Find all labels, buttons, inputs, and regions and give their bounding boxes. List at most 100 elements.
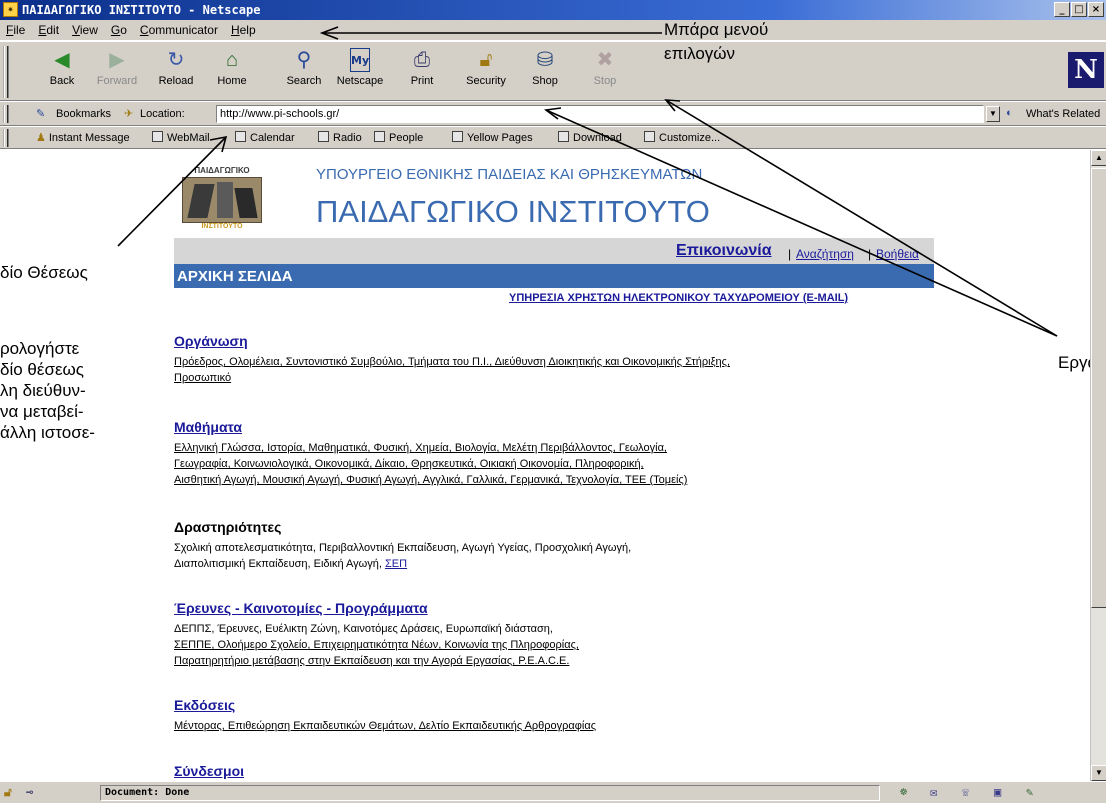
section-title[interactable]: Έρευνες - Καινοτομίες - Προγράμματα [174, 600, 579, 616]
bookmark-page-icon [452, 131, 463, 142]
bookmarks-button[interactable]: Bookmarks [56, 108, 111, 120]
contact-link[interactable]: Επικοινωνία [676, 242, 772, 260]
section-links-line[interactable]: Πρόεδρος, Ολομέλεια, Συντονιστικό Συμβού… [174, 354, 730, 370]
section-title[interactable]: Σύνδεσμοι [174, 763, 244, 779]
stop-icon: ✖ [596, 49, 614, 71]
status-bar: 🔓︎ ⊸ Document: Done ☸ ✉ ☏ ▣ ✎ [0, 781, 1106, 803]
section-links-line[interactable]: Μέντορας, Επιθεώρηση Εκπαιδευτικών Θεμάτ… [174, 718, 596, 734]
toolbar-grip[interactable] [3, 46, 9, 98]
top-links-sep-1: | [788, 247, 792, 261]
section-links-line[interactable]: Παρατηρητήριο μετάβασης στην Εκπαίδευση … [174, 653, 579, 669]
component-bar-navigator-icon[interactable]: ☸ [900, 785, 907, 799]
yellow-pages-button[interactable]: Yellow Pages [452, 127, 533, 149]
print-button[interactable]: ⎙ Print [396, 48, 448, 87]
bookmark-page-icon [235, 131, 246, 142]
component-bar-composer-icon[interactable]: ▣ [994, 785, 1001, 799]
section-publications: Εκδόσεις Μέντορας, Επιθεώρηση Εκπαιδευτι… [174, 697, 596, 734]
section-activities: Δραστηριότητες Σχολική αποτελεσματικότητ… [174, 519, 631, 572]
customize-button[interactable]: Customize... [644, 127, 720, 149]
security-button[interactable]: 🔓︎ Security [460, 48, 512, 87]
calendar-button[interactable]: Calendar [235, 127, 295, 149]
vertical-scrollbar[interactable]: ▲ ▼ [1090, 150, 1106, 781]
menu-bar: File Edit View Go Communicator Help [0, 20, 1106, 40]
ministry-heading: ΥΠΟΥΡΓΕΙΟ ΕΘΝΙΚΗΣ ΠΑΙΔΕΙΑΣ ΚΑΙ ΘΡΗΣΚΕΥΜΑ… [316, 166, 703, 183]
section-links-line[interactable]: Αισθητική Αγωγή, Μουσική Αγωγή, Φυσική Α… [174, 472, 687, 488]
location-grip[interactable] [3, 105, 9, 123]
institute-logo[interactable]: ΠΑΙΔΑΓΩΓΙΚΟ ΙΝΣΤΙΤΟΥΤΟ [180, 166, 264, 232]
bookmark-page-icon [318, 131, 329, 142]
scroll-up-button[interactable]: ▲ [1091, 150, 1106, 166]
connection-icon: ⊸ [26, 785, 34, 799]
menu-communicator[interactable]: Communicator [140, 20, 218, 40]
scroll-thumb[interactable] [1091, 168, 1106, 608]
top-links-sep-2: | [868, 247, 872, 261]
webmail-button[interactable]: WebMail [152, 127, 210, 149]
maximize-button[interactable]: □ [1071, 2, 1087, 17]
print-icon: ⎙ [414, 49, 430, 71]
scroll-down-button[interactable]: ▼ [1091, 765, 1106, 781]
section-links-line[interactable]: Προσωπικό [174, 370, 730, 386]
section-title: Δραστηριότητες [174, 519, 282, 535]
reload-button[interactable]: ↻ Reload [150, 48, 202, 87]
section-organization: Οργάνωση Πρόεδρος, Ολομέλεια, Συντονιστι… [174, 333, 730, 386]
section-courses: Μαθήματα Ελληνική Γλώσσα, Ιστορία, Μαθημ… [174, 419, 687, 488]
section-title[interactable]: Οργάνωση [174, 333, 730, 349]
menu-help[interactable]: Help [231, 20, 256, 40]
section-links-line[interactable]: Γεωγραφία, Κοινωνιολογικά, Οικονομικά, Δ… [174, 456, 687, 472]
people-button[interactable]: People [374, 127, 423, 149]
personal-toolbar: ♟ Instant Message WebMail Calendar Radio … [0, 127, 1106, 149]
reload-icon: ↻ [167, 49, 185, 71]
component-bar-edit-icon[interactable]: ✎ [1026, 785, 1033, 799]
shop-button[interactable]: ⛁ Shop [519, 48, 571, 87]
netscape-logo[interactable]: N [1068, 52, 1104, 88]
location-toolbar: ✎ Bookmarks ✈ Location: http://www.pi-sc… [0, 102, 1106, 126]
url-field[interactable]: http://www.pi-schools.gr/ [216, 105, 984, 123]
home-icon: ⌂ [225, 49, 239, 71]
personal-grip[interactable] [3, 129, 9, 147]
component-bar-mail-icon[interactable]: ✉ [930, 785, 937, 799]
annotation-location-field: δίο Θέσεως [0, 263, 88, 282]
section-links-line[interactable]: Ελληνική Γλώσσα, Ιστορία, Μαθηματικά, Φυ… [174, 440, 687, 456]
section-links: Σύνδεσμοι [174, 763, 244, 779]
security-lock-icon[interactable]: 🔓︎ [4, 785, 12, 800]
home-title: ΑΡΧΙΚΗ ΣΕΛΙΔΑ [177, 268, 293, 285]
close-button[interactable]: × [1088, 2, 1104, 17]
instant-message-button[interactable]: ♟ Instant Message [36, 127, 130, 149]
section-title[interactable]: Μαθήματα [174, 419, 687, 435]
download-button[interactable]: Download [558, 127, 622, 149]
help-link[interactable]: Βοήθεια [876, 247, 919, 261]
component-bar-groups-icon[interactable]: ☏ [962, 785, 969, 799]
sep-link[interactable]: ΣΕΠ [385, 558, 407, 570]
radio-button[interactable]: Radio [318, 127, 362, 149]
whats-related-button[interactable]: What's Related [1026, 108, 1100, 120]
annotation-paragraph: ρολογήστε δίο θέσεως λη διεύθυν- να μετα… [0, 339, 95, 442]
section-title[interactable]: Εκδόσεις [174, 697, 596, 713]
menu-edit[interactable]: Edit [38, 20, 59, 40]
window-title: ΠΑΙΔΑΓΩΓΙΚΟ ΙΝΣΤΙΤΟΥΤΟ - Netscape [22, 3, 261, 17]
netscape-app-icon: ✷ [3, 2, 18, 17]
forward-button[interactable]: ▶ Forward [91, 48, 143, 87]
stop-button[interactable]: ✖ Stop [579, 48, 631, 87]
search-button[interactable]: ⚲ Search [278, 48, 330, 87]
screenshot: ✷ ΠΑΙΔΑΓΩΓΙΚΟ ΙΝΣΤΙΤΟΥΤΟ - Netscape _ □ … [0, 0, 1106, 803]
person-icon: ♟ [36, 132, 46, 144]
section-links-line[interactable]: ΔΕΠΠΣ, Έρευνες, Ευέλικτη Ζώνη, Καινοτόμε… [174, 621, 579, 637]
bookmark-page-icon [558, 131, 569, 142]
home-button[interactable]: ⌂ Home [206, 48, 258, 87]
section-text-line: Σχολική αποτελεσματικότητα, Περιβαλλοντι… [174, 542, 632, 554]
url-dropdown-button[interactable]: ▼ [986, 106, 1000, 122]
search-icon: ⚲ [296, 49, 312, 71]
back-button[interactable]: ◀ Back [36, 48, 88, 87]
minimize-button[interactable]: _ [1054, 2, 1070, 17]
forward-arrow-icon: ▶ [109, 49, 125, 71]
menu-go[interactable]: Go [111, 20, 127, 40]
menu-view[interactable]: View [72, 20, 98, 40]
search-link[interactable]: Αναζήτηση [796, 247, 854, 261]
title-bar: ✷ ΠΑΙΔΑΓΩΓΙΚΟ ΙΝΣΤΙΤΟΥΤΟ - Netscape _ □ … [0, 0, 1106, 20]
my-netscape-button[interactable]: My Netscape [334, 48, 386, 87]
email-service-link[interactable]: ΥΠΗΡΕΣΙΑ ΧΡΗΣΤΩΝ ΗΛΕΚΤΡΟΝΙΚΟΥ ΤΑΧΥΔΡΟΜΕΙ… [509, 292, 848, 304]
status-text: Document: Done [100, 785, 880, 801]
section-links-line[interactable]: ΣΕΠΠΕ, Ολοήμερο Σχολείο, Επιχειρηματικότ… [174, 637, 579, 653]
menu-file[interactable]: File [6, 20, 25, 40]
page-content: ΠΑΙΔΑΓΩΓΙΚΟ ΙΝΣΤΙΤΟΥΤΟ ΥΠΟΥΡΓΕΙΟ ΕΘΝΙΚΗΣ… [0, 150, 1090, 781]
